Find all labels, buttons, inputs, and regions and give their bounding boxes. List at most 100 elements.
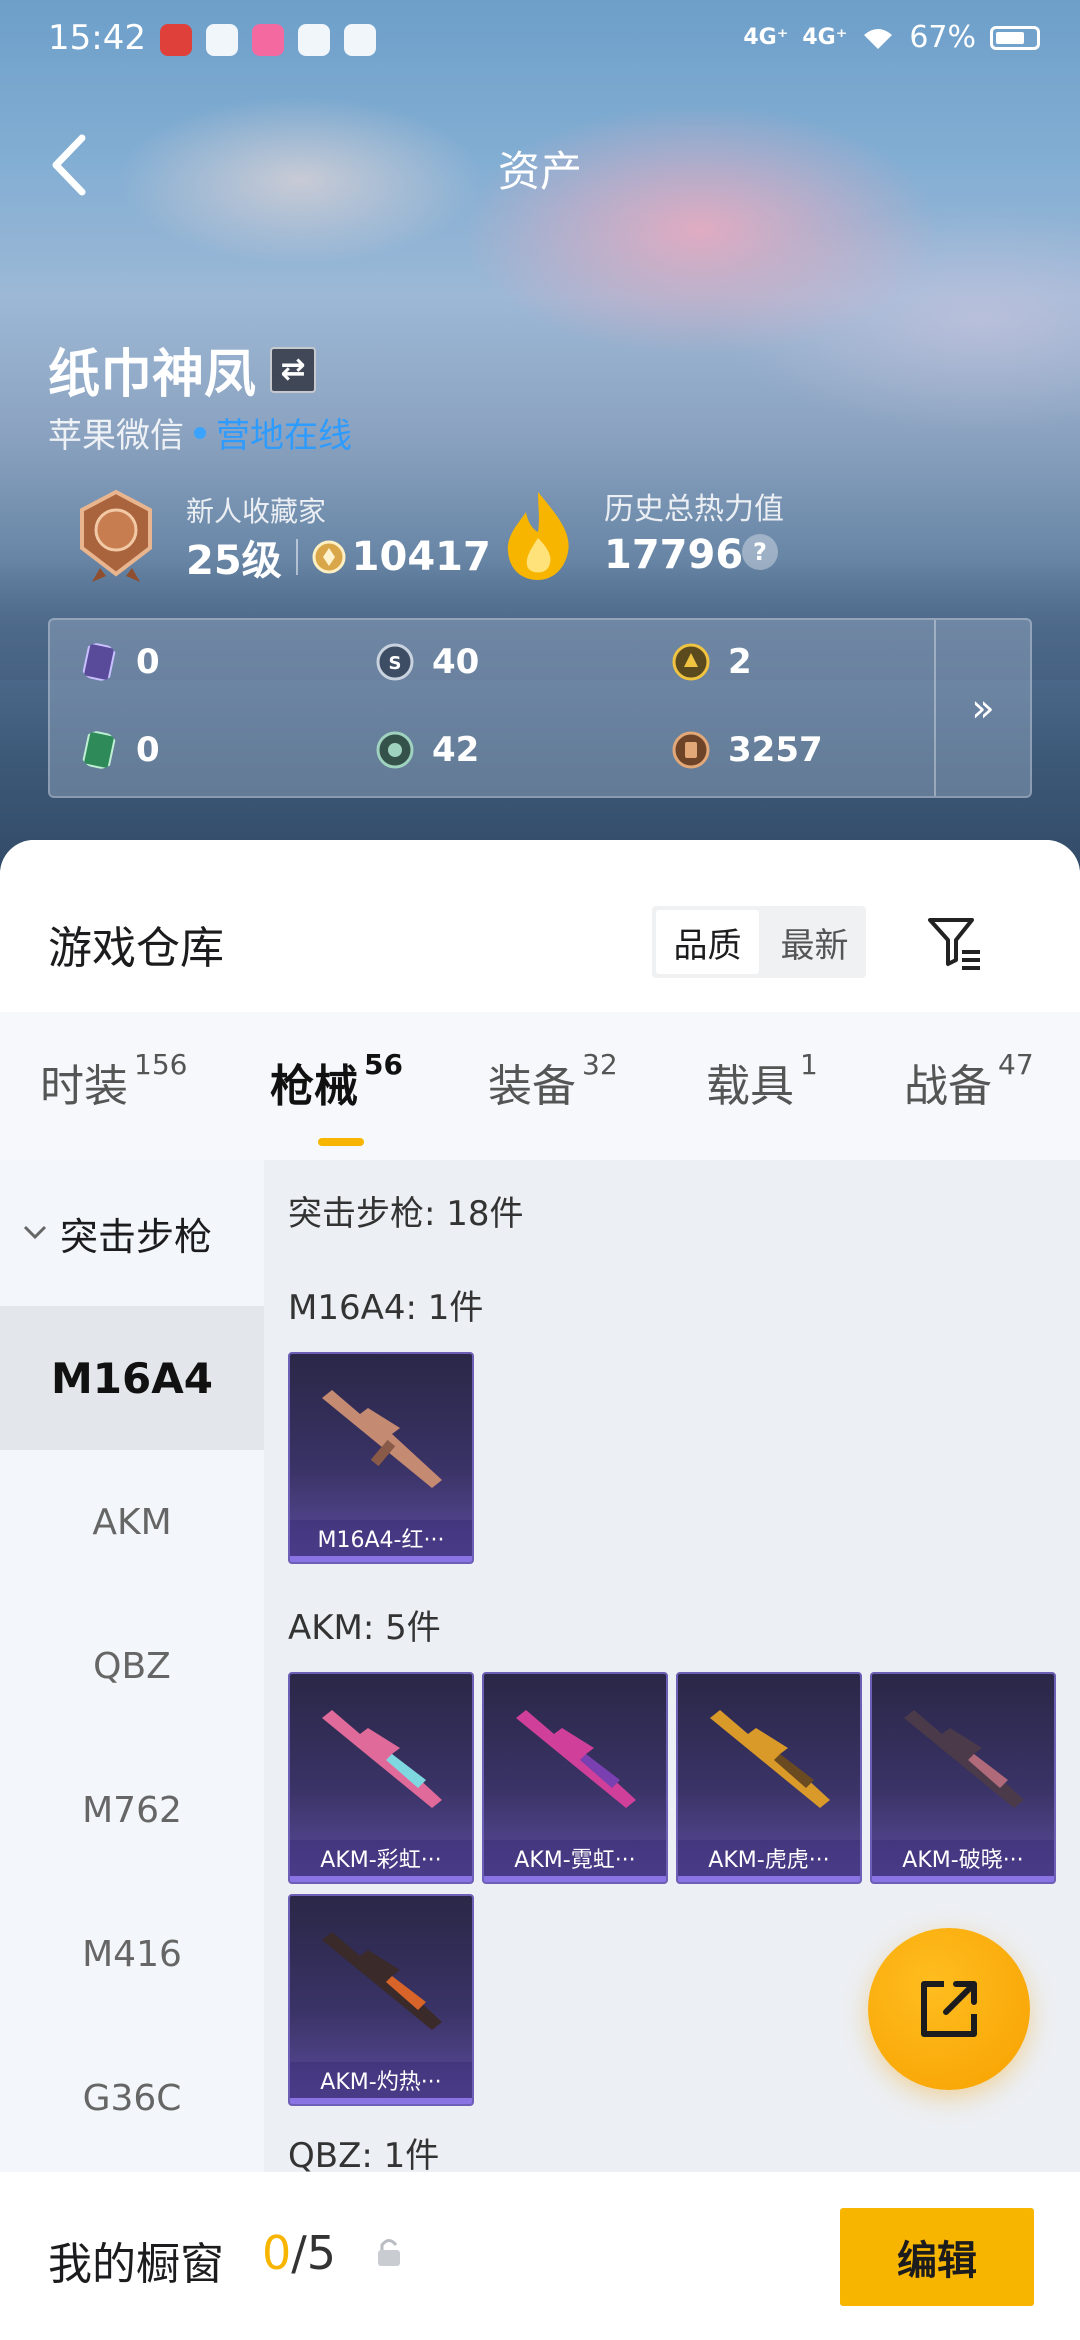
warehouse-card: 游戏仓库 品质 最新 时装 156 枪械 56 装备 32 载具 1 战备 47 突击步枪… (0, 840, 1080, 2340)
rifle-icon (322, 1932, 442, 2030)
warehouse-title: 游戏仓库 (48, 923, 224, 974)
tab-equipment[interactable]: 装备 32 (488, 1048, 618, 1114)
tab-label: 战备 (904, 1061, 992, 1112)
collection-points: 10417 (351, 534, 491, 580)
tab-count: 1 (800, 1048, 818, 1081)
resource-item: S 40 (376, 642, 479, 682)
sidebar-item-qbz[interactable]: QBZ (0, 1594, 264, 1738)
filter-icon[interactable] (924, 912, 984, 972)
user-name: 纸巾神凤 ⇄ (48, 332, 317, 407)
signal-icon: 4G⁺ (743, 24, 789, 50)
tab-count: 56 (364, 1048, 403, 1081)
resource-value: 2 (728, 642, 752, 682)
resource-value: 0 (136, 642, 160, 682)
resource-value: 40 (432, 642, 480, 682)
notification-icons (160, 24, 376, 56)
resource-value: 42 (432, 730, 480, 770)
share-button[interactable] (868, 1928, 1030, 2090)
weapon-list: 突击步枪: 18件 M16A4: 1件 M16A4-红··· AKM: 5件 A… (264, 1160, 1080, 2340)
heat-caption: 历史总热力值 (604, 492, 784, 527)
rifle-icon (322, 1390, 442, 1488)
tab-fashion[interactable]: 时装 156 (40, 1048, 187, 1114)
online-dot-icon (194, 426, 206, 439)
edit-button[interactable]: 编辑 (840, 2208, 1034, 2306)
rifle-icon (710, 1710, 830, 1808)
weapon-name: AKM-灼热··· (290, 2062, 472, 2098)
collection-points-icon (312, 540, 346, 574)
status-indicators: 4G⁺ 4G⁺ 67% (743, 20, 1040, 55)
sidebar-category-label: 突击步枪 (60, 1214, 213, 1259)
card-green-icon (82, 731, 116, 769)
weapon-tile[interactable]: AKM-破晓··· (870, 1672, 1056, 1884)
user-name-text: 纸巾神凤 (48, 345, 257, 405)
showcase-total: /5 (291, 2226, 337, 2280)
tab-label: 载具 (706, 1061, 794, 1112)
heat-value: 17796 (604, 532, 744, 578)
weapon-sidebar: 突击步枪 M16A4 AKM QBZ M762 M416 G36C (0, 1160, 264, 2340)
rifle-icon (516, 1710, 636, 1808)
divider (295, 539, 298, 575)
app-notification-icon (344, 24, 376, 56)
warehouse-header: 游戏仓库 品质 最新 (0, 840, 1080, 1012)
weapon-name: AKM-虎虎··· (678, 1840, 860, 1876)
help-icon[interactable]: ? (742, 534, 778, 570)
tab-firearms[interactable]: 枪械 56 (270, 1048, 403, 1114)
resources-panel[interactable]: 0 S 40 2 0 42 3257 » (48, 618, 1032, 798)
sort-quality-option[interactable]: 品质 (656, 910, 759, 974)
card-purple-icon (82, 643, 116, 681)
green-coin-icon (376, 731, 414, 769)
weapon-tile[interactable]: AKM-虎虎··· (676, 1672, 862, 1884)
rifle-icon (322, 1710, 442, 1808)
rifle-icon (904, 1710, 1024, 1808)
wifi-icon (864, 28, 893, 49)
tab-label: 枪械 (270, 1061, 358, 1112)
group-header: AKM: 5件 (288, 1608, 441, 1648)
gold-coin-icon (672, 643, 710, 681)
sidebar-item-g36c[interactable]: G36C (0, 2026, 264, 2170)
sidebar-item-m416[interactable]: M416 (0, 1882, 264, 2026)
status-time: 15:42 (48, 18, 146, 58)
platform-label: 苹果微信 (48, 416, 184, 456)
tab-count: 47 (998, 1048, 1034, 1081)
resource-value: 3257 (728, 730, 823, 770)
resource-item: 0 (80, 730, 160, 770)
tab-supplies[interactable]: 战备 47 (904, 1048, 1034, 1114)
group-header: M16A4: 1件 (288, 1288, 484, 1328)
sidebar-item-m16a4[interactable]: M16A4 (0, 1306, 264, 1450)
signal-icon: 4G⁺ (802, 24, 848, 50)
sidebar-category[interactable]: 突击步枪 (0, 1160, 264, 1306)
weapon-name: AKM-霓虹··· (484, 1840, 666, 1876)
bronze-coin-icon (672, 731, 710, 769)
collector-medal-icon (80, 489, 152, 582)
tab-label: 装备 (488, 1061, 576, 1112)
status-bar: 15:42 4G⁺ 4G⁺ 67% (0, 0, 1080, 84)
tab-count: 32 (582, 1048, 618, 1081)
battery-percent: 67% (909, 20, 976, 55)
weapon-tile[interactable]: AKM-灼热··· (288, 1894, 474, 2106)
sort-newest-option[interactable]: 最新 (763, 906, 866, 978)
sidebar-item-m762[interactable]: M762 (0, 1738, 264, 1882)
weapon-tile[interactable]: M16A4-红··· (288, 1352, 474, 1564)
tab-label: 时装 (40, 1061, 128, 1112)
resource-item: 0 (80, 642, 160, 682)
lock-icon (378, 2239, 400, 2266)
chevron-down-icon (23, 1225, 47, 1240)
sort-toggle[interactable]: 品质 最新 (652, 906, 866, 978)
svg-text:S: S (389, 653, 402, 674)
tab-vehicles[interactable]: 载具 1 (706, 1048, 818, 1114)
resource-value: 0 (136, 730, 160, 770)
weapon-tile[interactable]: AKM-霓虹··· (482, 1672, 668, 1884)
resource-item: 42 (376, 730, 479, 770)
active-tab-indicator (318, 1138, 364, 1146)
weapon-name: AKM-彩虹··· (290, 1840, 472, 1876)
collector-title: 新人收藏家 (186, 495, 327, 528)
user-platform-row: 苹果微信 营地在线 (48, 408, 352, 457)
weapon-name: M16A4-红··· (290, 1520, 472, 1556)
weapon-tile[interactable]: AKM-彩虹··· (288, 1672, 474, 1884)
resources-more-icon[interactable]: » (934, 620, 1030, 796)
share-icon (921, 1981, 977, 2037)
switch-account-icon[interactable]: ⇄ (270, 346, 317, 393)
app-notification-icon (160, 24, 192, 56)
sidebar-item-akm[interactable]: AKM (0, 1450, 264, 1594)
showcase-current: 0 (262, 2226, 292, 2280)
